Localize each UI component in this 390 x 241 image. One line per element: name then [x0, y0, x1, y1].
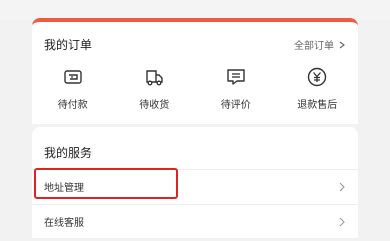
top-strip: [0, 0, 390, 20]
pending-receipt-label: 待收货: [139, 100, 170, 111]
order-pending-payment[interactable]: 待付款: [43, 66, 103, 111]
order-status-row: 待付款 待收货 待评价 退款售后: [32, 66, 358, 111]
chevron-right-icon: [339, 182, 345, 191]
yen-icon: [308, 67, 327, 87]
refund-label: 退款售后: [297, 100, 338, 111]
online-support-row[interactable]: 在线客服: [32, 204, 358, 238]
online-support-label: 在线客服: [44, 218, 84, 229]
truck-icon: [146, 70, 163, 86]
orders-title: 我的订单: [44, 38, 93, 52]
order-pending-review[interactable]: 待评价: [206, 66, 266, 111]
chevron-right-icon: [339, 217, 345, 226]
comment-icon: [227, 69, 245, 85]
services-title: 我的服务: [44, 146, 93, 160]
all-orders-link[interactable]: 全部订单: [294, 37, 346, 52]
pending-payment-label: 待付款: [57, 100, 88, 111]
order-pending-receipt[interactable]: 待收货: [124, 66, 184, 111]
order-refund-aftersales[interactable]: 退款售后: [287, 66, 347, 111]
wallet-icon: [64, 70, 82, 84]
pending-review-label: 待评价: [220, 100, 251, 111]
chevron-right-icon: [339, 41, 345, 48]
orders-header: 我的订单 全部订单: [44, 36, 346, 53]
address-highlight-box: [34, 168, 178, 199]
my-orders-card: 我的订单 全部订单 待付款 待收货 待评价 退款售后: [32, 18, 358, 124]
all-orders-label: 全部订单: [294, 41, 334, 52]
